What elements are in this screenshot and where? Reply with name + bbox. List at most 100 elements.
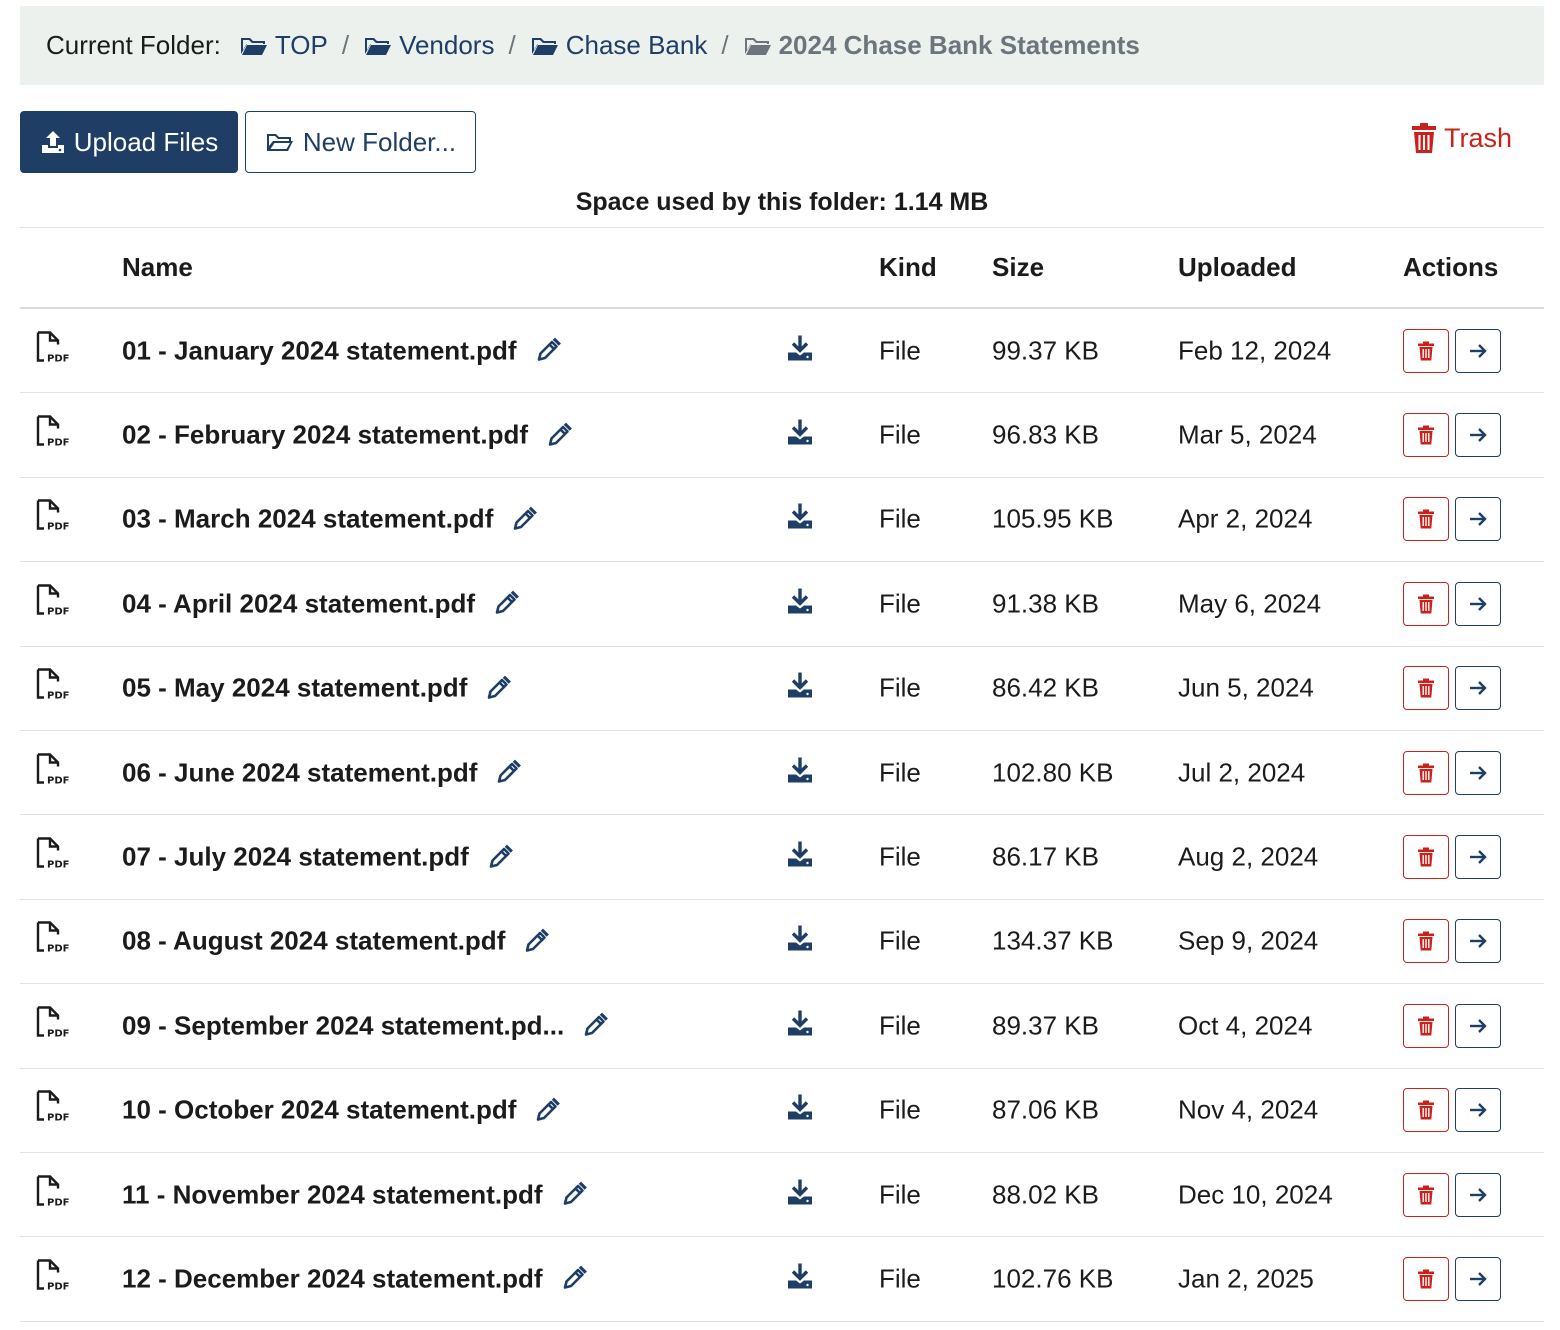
download-icon[interactable] [786,840,814,875]
download-icon[interactable] [786,671,814,706]
file-name[interactable]: 02 - February 2024 statement.pdf [122,420,572,451]
breadcrumb-item-top[interactable]: TOP [239,30,328,61]
delete-file-button[interactable] [1403,413,1449,458]
download-icon[interactable] [786,418,814,453]
pencil-icon[interactable] [511,506,538,532]
file-name[interactable]: 11 - November 2024 statement.pdf [122,1179,587,1210]
arrow-right-icon [1470,597,1487,611]
delete-file-button[interactable] [1403,1172,1449,1217]
move-file-button[interactable] [1455,328,1501,373]
download-icon[interactable] [786,1177,814,1212]
file-name[interactable]: 12 - December 2024 statement.pdf [122,1263,587,1294]
table-row: PDF 09 - September 2024 statement.pd... … [20,984,1544,1069]
download-icon[interactable] [786,755,814,790]
pencil-icon[interactable] [582,1012,609,1039]
move-file-button[interactable] [1455,1003,1501,1048]
file-name[interactable]: 05 - May 2024 statement.pdf [122,673,512,704]
breadcrumb-item-vendors[interactable]: Vendors [363,30,494,61]
delete-file-button[interactable] [1403,919,1449,964]
column-header-name[interactable]: Name [122,252,193,283]
move-file-button[interactable] [1455,750,1501,795]
file-pdf-icon: PDF [36,1005,72,1046]
move-file-button[interactable] [1455,497,1501,542]
file-name[interactable]: 06 - June 2024 statement.pdf [122,757,522,788]
delete-file-button[interactable] [1403,328,1449,373]
trash-icon [1418,594,1434,614]
file-table: Name Kind Size Uploaded Actions PDF 01 -… [20,227,1544,1322]
move-file-button[interactable] [1455,581,1501,626]
pencil-icon[interactable] [546,422,572,448]
pencil-icon[interactable] [561,1181,587,1208]
trash-link[interactable]: Trash [1410,118,1512,158]
file-name-text[interactable]: 03 - March 2024 statement.pdf [122,504,493,535]
file-name[interactable]: 01 - January 2024 statement.pdf [122,335,561,366]
move-file-button[interactable] [1455,1088,1501,1133]
download-icon[interactable] [786,502,814,537]
download-icon[interactable] [786,333,814,368]
delete-file-button[interactable] [1403,835,1449,880]
new-folder-button[interactable]: New Folder... [245,111,476,173]
file-name-text[interactable]: 09 - September 2024 statement.pd... [122,1010,564,1041]
column-header-size[interactable]: Size [992,252,1044,283]
pencil-icon[interactable] [495,759,522,786]
move-file-button[interactable] [1455,919,1501,964]
breadcrumb-item-chase-bank[interactable]: Chase Bank [530,30,707,61]
file-name[interactable]: 07 - July 2024 statement.pdf [122,842,513,873]
row-actions [1403,497,1501,542]
svg-text:PDF: PDF [47,1281,69,1292]
pencil-icon[interactable] [487,844,513,870]
file-name-text[interactable]: 12 - December 2024 statement.pdf [122,1263,543,1294]
pencil-icon[interactable] [561,1266,587,1292]
download-icon[interactable] [786,924,814,959]
file-name-text[interactable]: 11 - November 2024 statement.pdf [122,1179,543,1210]
delete-file-button[interactable] [1403,581,1449,626]
file-name[interactable]: 10 - October 2024 statement.pdf [122,1095,561,1126]
pencil-icon[interactable] [493,590,519,617]
download-icon[interactable] [786,586,814,621]
svg-text:PDF: PDF [47,860,69,871]
move-file-button[interactable] [1455,1172,1501,1217]
breadcrumb-separator: / [341,30,350,60]
delete-file-button[interactable] [1403,1256,1449,1301]
pencil-icon[interactable] [535,337,561,364]
file-name-text[interactable]: 06 - June 2024 statement.pdf [122,757,477,788]
file-name-text[interactable]: 08 - August 2024 statement.pdf [122,926,505,957]
file-name[interactable]: 04 - April 2024 statement.pdf [122,588,519,619]
move-file-button[interactable] [1455,835,1501,880]
delete-file-button[interactable] [1403,1088,1449,1133]
column-header-kind[interactable]: Kind [879,252,937,283]
delete-file-button[interactable] [1403,1003,1449,1048]
file-name-text[interactable]: 07 - July 2024 statement.pdf [122,842,469,873]
file-name-text[interactable]: 10 - October 2024 statement.pdf [122,1095,516,1126]
trash-icon [1418,931,1434,951]
pencil-icon[interactable] [485,675,512,701]
column-header-uploaded[interactable]: Uploaded [1178,252,1296,283]
delete-file-button[interactable] [1403,666,1449,711]
trash-icon [1418,509,1434,529]
svg-text:PDF: PDF [47,353,69,364]
move-file-button[interactable] [1455,413,1501,458]
move-file-button[interactable] [1455,666,1501,711]
move-file-button[interactable] [1455,1256,1501,1301]
file-uploaded-date: Jan 2, 2025 [1178,1263,1314,1294]
file-name[interactable]: 08 - August 2024 statement.pdf [122,926,550,957]
upload-files-button[interactable]: Upload Files [20,111,238,173]
file-name[interactable]: 03 - March 2024 statement.pdf [122,504,538,535]
row-actions [1403,1088,1501,1133]
file-kind: File [879,672,921,703]
download-icon[interactable] [786,1093,814,1128]
file-name-text[interactable]: 02 - February 2024 statement.pdf [122,420,528,451]
file-name-text[interactable]: 04 - April 2024 statement.pdf [122,588,475,619]
new-folder-label: New Folder... [302,126,457,157]
delete-file-button[interactable] [1403,750,1449,795]
download-icon[interactable] [786,1261,814,1296]
file-size: 134.37 KB [992,925,1114,956]
delete-file-button[interactable] [1403,497,1449,542]
pencil-icon[interactable] [523,928,550,954]
file-name-text[interactable]: 01 - January 2024 statement.pdf [122,335,517,366]
file-name[interactable]: 09 - September 2024 statement.pd... [122,1010,609,1041]
file-name-text[interactable]: 05 - May 2024 statement.pdf [122,673,467,704]
pencil-icon[interactable] [534,1097,561,1123]
row-actions [1403,919,1501,964]
download-icon[interactable] [786,1008,814,1043]
